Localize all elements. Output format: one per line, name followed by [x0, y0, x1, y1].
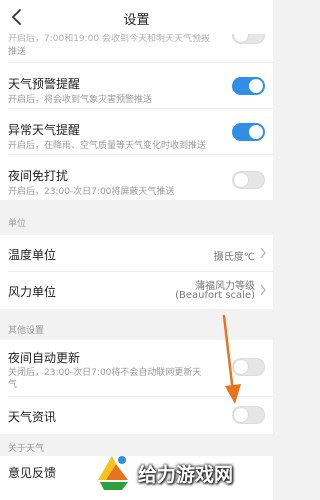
daily-forecast-subtitle-line2: 推送: [8, 47, 27, 57]
abnormal-weather-toggle[interactable]: [232, 123, 265, 141]
night-dnd-subtitle: 开启后，23:00-次日7:00将屏蔽天气推送: [8, 187, 175, 197]
temperature-unit-row[interactable]: 温度单位 摄氏度℃: [0, 235, 273, 271]
weather-warning-subtitle: 开启后，将会收到气象灾害预警推送: [8, 95, 153, 105]
feedback-title: 意见反馈: [8, 466, 57, 480]
wind-unit-value-line2: (Beaufort scale): [175, 290, 255, 301]
night-auto-update-subtitle-line1: 关闭后，23:00-次日7:00将不会自动联网更新天: [8, 368, 202, 378]
chevron-right-icon: [260, 284, 266, 296]
wind-unit-row[interactable]: 风力单位 蒲福风力等级 (Beaufort scale): [0, 271, 273, 309]
daily-forecast-row-partial[interactable]: 开启后，7:00和19:00 会收到今天和明天天气预报 推送: [0, 34, 273, 62]
weather-news-title: 天气资讯: [8, 410, 57, 424]
daily-forecast-toggle[interactable]: [232, 34, 265, 44]
weather-warning-title: 天气预警提醒: [8, 77, 81, 91]
page-title: 设置: [123, 13, 150, 28]
night-auto-update-subtitle-line2: 气: [8, 380, 18, 390]
other-settings-section-header: 其他设置: [8, 326, 45, 336]
abnormal-weather-title: 异常天气提醒: [8, 123, 81, 137]
watermark-logo-icon: [98, 456, 128, 490]
night-dnd-title: 夜间免打扰: [8, 169, 69, 183]
night-dnd-toggle[interactable]: [232, 171, 265, 189]
units-section-header: 单位: [8, 219, 27, 229]
wind-unit-title: 风力单位: [8, 285, 57, 299]
night-auto-update-title: 夜间自动更新: [8, 351, 81, 365]
abnormal-weather-row[interactable]: 异常天气提醒 开启后，在降雨、空气质量等天气变化时收到推送: [0, 108, 273, 154]
temperature-unit-value: 摄氏度℃: [213, 252, 255, 263]
night-dnd-row[interactable]: 夜间免打扰 开启后，23:00-次日7:00将屏蔽天气推送: [0, 154, 273, 200]
weather-news-toggle[interactable]: [232, 406, 265, 424]
abnormal-weather-subtitle: 开启后，在降雨、空气质量等天气变化时收到推送: [8, 141, 207, 151]
watermark-text: 给力游戏网: [138, 464, 234, 486]
watermark: 给力游戏网: [92, 448, 273, 500]
about-section-header: 关于天气: [8, 444, 45, 454]
chevron-right-icon: [260, 247, 266, 259]
top-bar: 设置: [0, 0, 273, 34]
annotation-arrow-icon: [222, 314, 241, 404]
daily-forecast-subtitle-cut: 开启后，7:00和19:00 会收到今天和明天天气预报: [8, 34, 211, 44]
temperature-unit-title: 温度单位: [8, 248, 57, 262]
weather-warning-row[interactable]: 天气预警提醒 开启后，将会收到气象灾害预警推送: [0, 62, 273, 108]
weather-warning-toggle[interactable]: [232, 77, 265, 95]
